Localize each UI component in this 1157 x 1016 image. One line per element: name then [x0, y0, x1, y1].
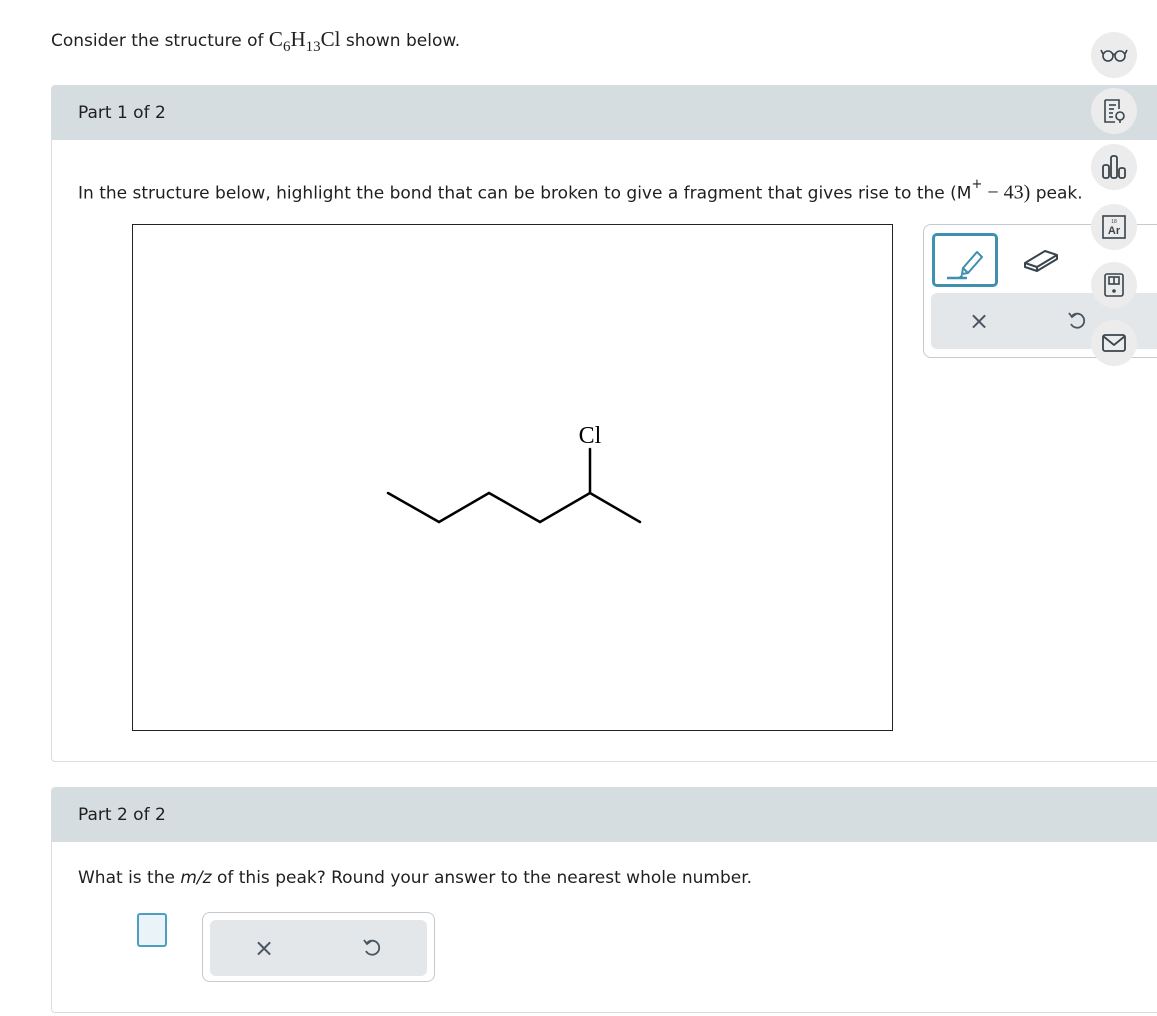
clear-drawing-button[interactable]: × — [949, 293, 1009, 349]
bond-c4-c5[interactable] — [538, 491, 592, 524]
chlorine-label: Cl — [579, 423, 602, 449]
part-1-card: Part 1 of 2 In the structure below, high… — [51, 85, 1157, 762]
bond-c1-c2[interactable] — [386, 491, 441, 524]
intro-prefix: Consider the structure of — [51, 31, 269, 51]
highlight-tool-button[interactable] — [932, 233, 998, 287]
undo-icon — [363, 939, 381, 956]
message-button[interactable] — [1091, 320, 1137, 366]
periodic-table-icon: 18 Ar — [1102, 215, 1126, 239]
calculator-button[interactable] — [1091, 262, 1137, 308]
eraser-tool-button[interactable] — [1008, 233, 1074, 287]
question-intro: Consider the structure of C6H13Cl shown … — [51, 26, 461, 55]
bond-c3-c4[interactable] — [487, 491, 542, 524]
worksheet-button[interactable] — [1091, 88, 1137, 134]
formula-h: H — [290, 27, 306, 51]
mz-answer-input[interactable] — [137, 913, 167, 947]
prompt2-prefix: What is the — [78, 868, 181, 888]
worksheet-icon — [1104, 99, 1125, 123]
bar-chart-icon — [1102, 155, 1126, 179]
undo-answer-button[interactable] — [342, 920, 402, 976]
molecular-formula: C6H13Cl — [268, 27, 341, 55]
part-2-prompt: What is the m/z of this peak? Round your… — [78, 868, 752, 888]
glasses-button[interactable] — [1091, 32, 1137, 78]
molecule-drawing[interactable]: Cl — [133, 225, 891, 729]
part-2-card: Part 2 of 2 What is the m/z of this peak… — [51, 787, 1157, 1013]
part-1-header: Part 1 of 2 — [52, 86, 1157, 140]
highlighter-icon — [947, 251, 983, 280]
answer-actions-panel: × — [202, 912, 435, 982]
periodic-symbol: Ar — [1108, 225, 1121, 237]
mail-icon — [1102, 334, 1126, 352]
part-2-title: Part 2 of 2 — [78, 805, 166, 825]
undo-icon — [1068, 312, 1086, 329]
periodic-table-button[interactable]: 18 Ar — [1091, 204, 1137, 250]
formula-h-sub: 13 — [305, 39, 321, 55]
prompt-text: In the structure below, highlight the bo… — [78, 183, 972, 204]
part-1-prompt: In the structure below, highlight the bo… — [78, 176, 1083, 207]
formula-cl: Cl — [320, 27, 341, 51]
prompt-sup: + — [971, 177, 983, 192]
bond-c2-c3[interactable] — [437, 491, 491, 524]
formula-c: C — [268, 27, 283, 51]
bond-c5-c6[interactable] — [588, 491, 642, 524]
prompt-number: 43) — [1003, 181, 1031, 204]
eraser-icon — [1024, 250, 1058, 272]
part-1-title: Part 1 of 2 — [78, 103, 166, 123]
prompt-minus: − — [982, 181, 1004, 204]
data-chart-button[interactable] — [1091, 144, 1137, 190]
intro-suffix: shown below. — [340, 31, 461, 51]
calculator-book-icon — [1104, 273, 1124, 297]
part-2-header: Part 2 of 2 — [52, 788, 1157, 842]
structure-canvas[interactable]: Cl — [132, 224, 893, 731]
glasses-icon — [1100, 49, 1128, 62]
answer-actions: × — [210, 920, 427, 976]
prompt2-mz: m/z — [180, 868, 212, 888]
clear-answer-button[interactable]: × — [234, 920, 294, 976]
close-icon: × — [253, 934, 275, 962]
prompt-suffix: peak. — [1030, 183, 1083, 204]
prompt2-suffix: of this peak? Round your answer to the n… — [211, 868, 753, 888]
close-icon: × — [968, 307, 990, 335]
